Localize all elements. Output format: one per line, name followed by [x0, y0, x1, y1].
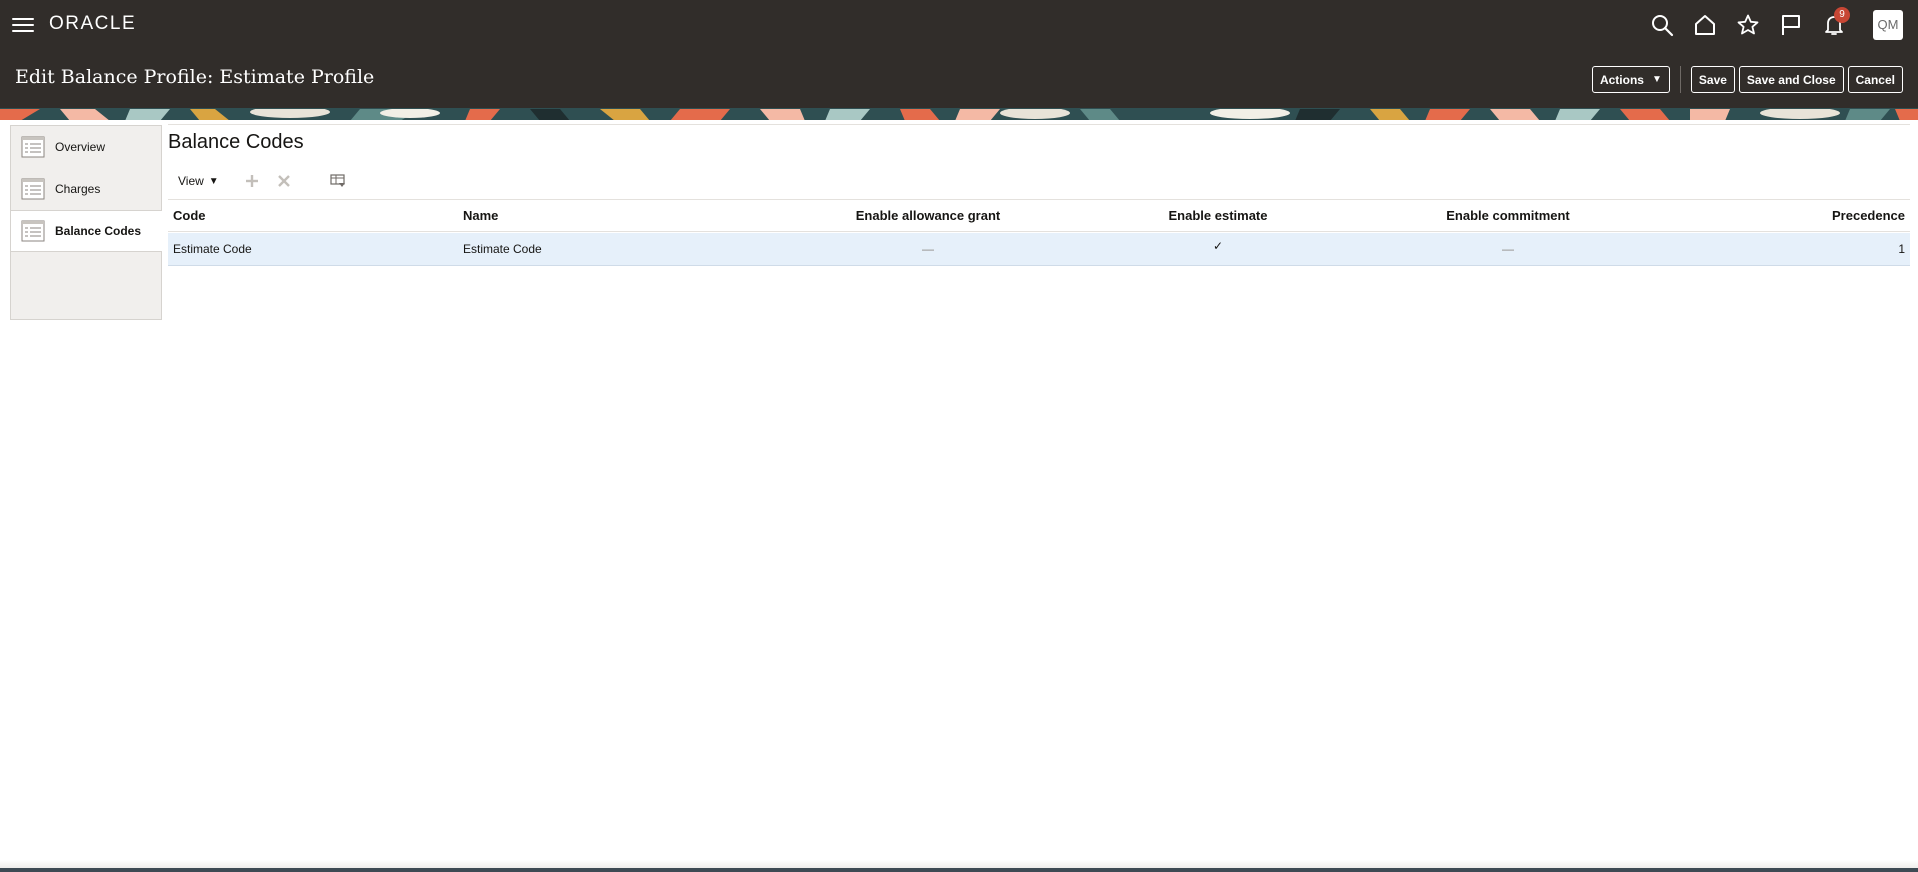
home-icon[interactable]: [1693, 13, 1717, 37]
column-header-enable-allowance-grant[interactable]: Enable allowance grant: [768, 200, 1088, 231]
list-page-icon: [21, 178, 45, 199]
table-toolbar: View ▼: [168, 167, 347, 195]
cell-enable-commitment: —: [1348, 233, 1668, 265]
list-page-icon: [21, 220, 45, 242]
notification-count-badge: 9: [1834, 7, 1850, 23]
notifications-bell-icon[interactable]: 9: [1822, 7, 1850, 37]
favorites-star-icon[interactable]: [1736, 13, 1760, 37]
actions-label: Actions: [1599, 72, 1644, 87]
view-menu[interactable]: View ▼: [168, 174, 229, 188]
hamburger-menu-icon[interactable]: [12, 14, 34, 34]
section-title: Balance Codes: [168, 131, 304, 153]
table-row[interactable]: Estimate Code Estimate Code — ✓ — 1: [168, 233, 1910, 266]
global-header: ORACLE 9 QM: [0, 0, 1918, 50]
column-header-code[interactable]: Code: [173, 200, 453, 231]
cell-name: Estimate Code: [463, 242, 542, 256]
title-actions: Actions ▼ Save Save and Close Cancel: [1588, 66, 1903, 93]
empty-value-dash: —: [1502, 242, 1514, 256]
caret-down-icon: ▼: [208, 175, 219, 187]
list-page-icon: [21, 136, 45, 157]
toolbar-separator: [1679, 66, 1681, 93]
user-avatar[interactable]: QM: [1873, 10, 1903, 40]
nav-item-charges[interactable]: Charges: [11, 168, 161, 210]
oracle-logo[interactable]: ORACLE: [49, 13, 136, 35]
nav-item-label: Charges: [55, 181, 101, 196]
decorative-banner: [0, 108, 1918, 120]
caret-down-icon: ▼: [1651, 74, 1662, 85]
empty-value-dash: —: [922, 242, 934, 256]
column-header-name[interactable]: Name: [463, 200, 743, 231]
cell-enable-allowance-grant: —: [768, 233, 1088, 265]
footer-bar: [0, 868, 1918, 872]
save-button[interactable]: Save: [1690, 66, 1735, 93]
nav-item-balance-codes[interactable]: Balance Codes: [11, 210, 162, 252]
search-icon[interactable]: [1650, 13, 1674, 37]
header-icons: 9 QM: [1650, 0, 1918, 50]
actions-menu-button[interactable]: Actions ▼: [1591, 66, 1670, 93]
cell-enable-estimate: ✓: [1058, 233, 1378, 265]
save-and-close-button[interactable]: Save and Close: [1738, 66, 1844, 93]
cell-code: Estimate Code: [173, 242, 252, 256]
cell-precedence: 1: [1898, 242, 1905, 256]
column-header-enable-commitment[interactable]: Enable commitment: [1348, 200, 1668, 231]
content-divider: [168, 124, 1910, 125]
page-title: Edit Balance Profile: Estimate Profile: [15, 66, 375, 88]
table-header: Code Name Enable allowance grant Enable …: [168, 199, 1910, 232]
checkmark-icon: ✓: [1212, 239, 1224, 253]
nav-item-label: Balance Codes: [55, 224, 142, 238]
view-menu-label: View: [178, 174, 204, 188]
flag-icon[interactable]: [1779, 13, 1803, 37]
delete-row-icon[interactable]: [275, 172, 293, 190]
page-title-bar: Edit Balance Profile: Estimate Profile A…: [0, 50, 1918, 108]
add-row-icon[interactable]: [243, 172, 261, 190]
left-navigation-panel: Overview Charges Balance Codes: [10, 125, 162, 320]
cancel-button[interactable]: Cancel: [1847, 66, 1903, 93]
column-header-enable-estimate[interactable]: Enable estimate: [1058, 200, 1378, 231]
column-header-precedence[interactable]: Precedence: [1705, 200, 1905, 231]
nav-item-overview[interactable]: Overview: [11, 126, 161, 168]
freeze-columns-icon[interactable]: [329, 172, 347, 190]
nav-item-label: Overview: [55, 139, 106, 154]
